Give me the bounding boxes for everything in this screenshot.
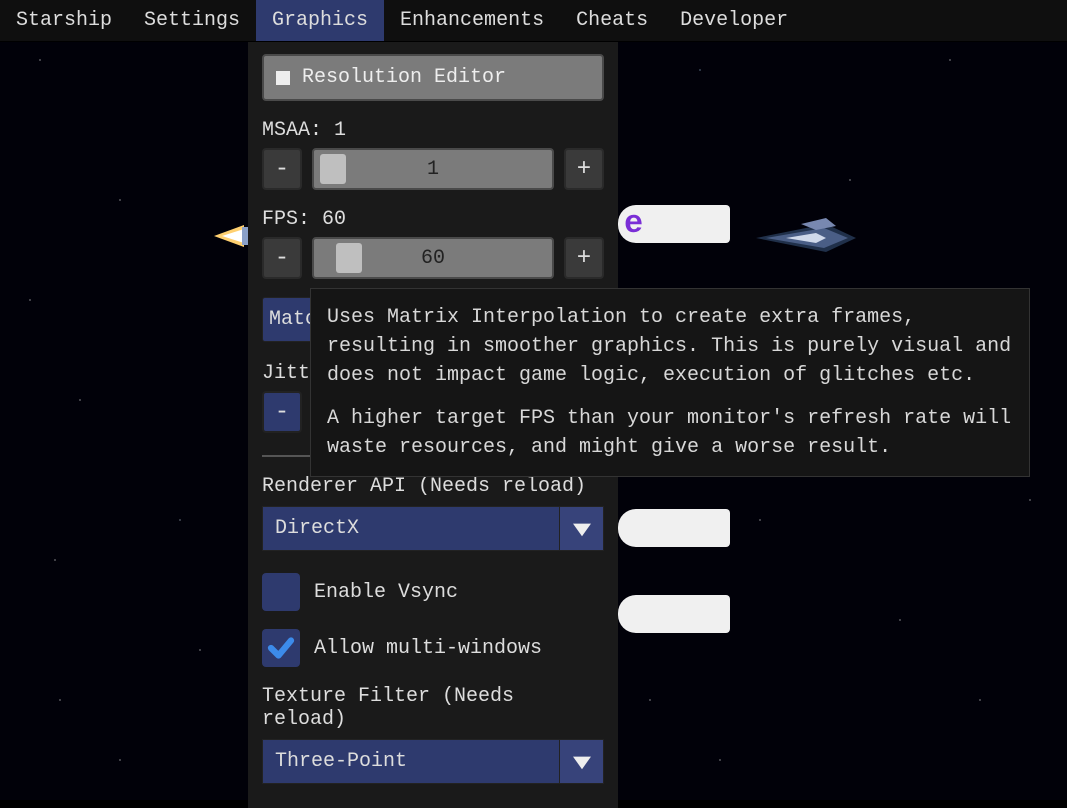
menu-label: Developer — [680, 9, 788, 32]
menu-developer[interactable]: Developer — [664, 0, 804, 41]
chevron-down-icon — [573, 753, 591, 771]
dropdown-arrow[interactable] — [560, 506, 604, 551]
plus-icon: + — [577, 156, 591, 183]
msaa-slider[interactable]: 1 — [312, 148, 554, 190]
menu-enhancements[interactable]: Enhancements — [384, 0, 560, 41]
menu-label: Enhancements — [400, 9, 544, 32]
msaa-stepper: - 1 + — [262, 148, 604, 190]
fps-slider[interactable]: 60 — [312, 237, 554, 279]
vsync-label: Enable Vsync — [314, 581, 458, 604]
fps-label: FPS: 60 — [262, 208, 604, 231]
texfilter-label: Texture Filter (Needs reload) — [262, 685, 604, 731]
menu-button-behind — [618, 205, 730, 243]
fps-tooltip: Uses Matrix Interpolation to create extr… — [310, 288, 1030, 477]
slider-thumb[interactable] — [336, 243, 362, 273]
resolution-editor-button[interactable]: Resolution Editor — [262, 54, 604, 101]
renderer-value: DirectX — [262, 506, 560, 551]
renderer-label: Renderer API (Needs reload) — [262, 475, 604, 498]
renderer-dropdown[interactable]: DirectX — [262, 506, 604, 551]
multiwindows-checkbox[interactable] — [262, 629, 300, 667]
fps-stepper: - 60 + — [262, 237, 604, 279]
slider-thumb[interactable] — [320, 154, 346, 184]
texfilter-dropdown[interactable]: Three-Point — [262, 739, 604, 784]
minus-icon: - — [275, 245, 289, 272]
msaa-value: 1 — [427, 158, 439, 181]
menubar: Starship Settings Graphics Enhancements … — [0, 0, 1067, 42]
fps-increment-button[interactable]: + — [564, 237, 604, 279]
menu-starship[interactable]: Starship — [0, 0, 128, 41]
menu-graphics[interactable]: Graphics — [256, 0, 384, 41]
menu-button-behind — [618, 595, 730, 633]
ship-sprite — [756, 218, 856, 258]
msaa-label: MSAA: 1 — [262, 119, 604, 142]
menu-label: Starship — [16, 9, 112, 32]
menu-label: Cheats — [576, 9, 648, 32]
menu-cheats[interactable]: Cheats — [560, 0, 664, 41]
dropdown-arrow[interactable] — [560, 739, 604, 784]
vsync-checkbox[interactable] — [262, 573, 300, 611]
menu-button-behind — [618, 509, 730, 547]
plus-icon: + — [577, 245, 591, 272]
msaa-decrement-button[interactable]: - — [262, 148, 302, 190]
chevron-down-icon — [573, 520, 591, 538]
menu-settings[interactable]: Settings — [128, 0, 256, 41]
minus-icon: - — [275, 399, 289, 426]
resolution-editor-label: Resolution Editor — [302, 66, 506, 89]
tooltip-text: Uses Matrix Interpolation to create extr… — [327, 303, 1013, 390]
fps-decrement-button[interactable]: - — [262, 237, 302, 279]
fps-value: 60 — [421, 247, 445, 270]
check-icon — [266, 633, 296, 663]
multiwindows-label: Allow multi-windows — [314, 637, 542, 660]
window-icon — [276, 71, 290, 85]
tooltip-text: A higher target FPS than your monitor's … — [327, 404, 1013, 462]
texfilter-value: Three-Point — [262, 739, 560, 784]
jitter-decrement-button[interactable]: - — [262, 391, 302, 433]
menu-label: Graphics — [272, 9, 368, 32]
msaa-increment-button[interactable]: + — [564, 148, 604, 190]
menu-label: Settings — [144, 9, 240, 32]
minus-icon: - — [275, 156, 289, 183]
